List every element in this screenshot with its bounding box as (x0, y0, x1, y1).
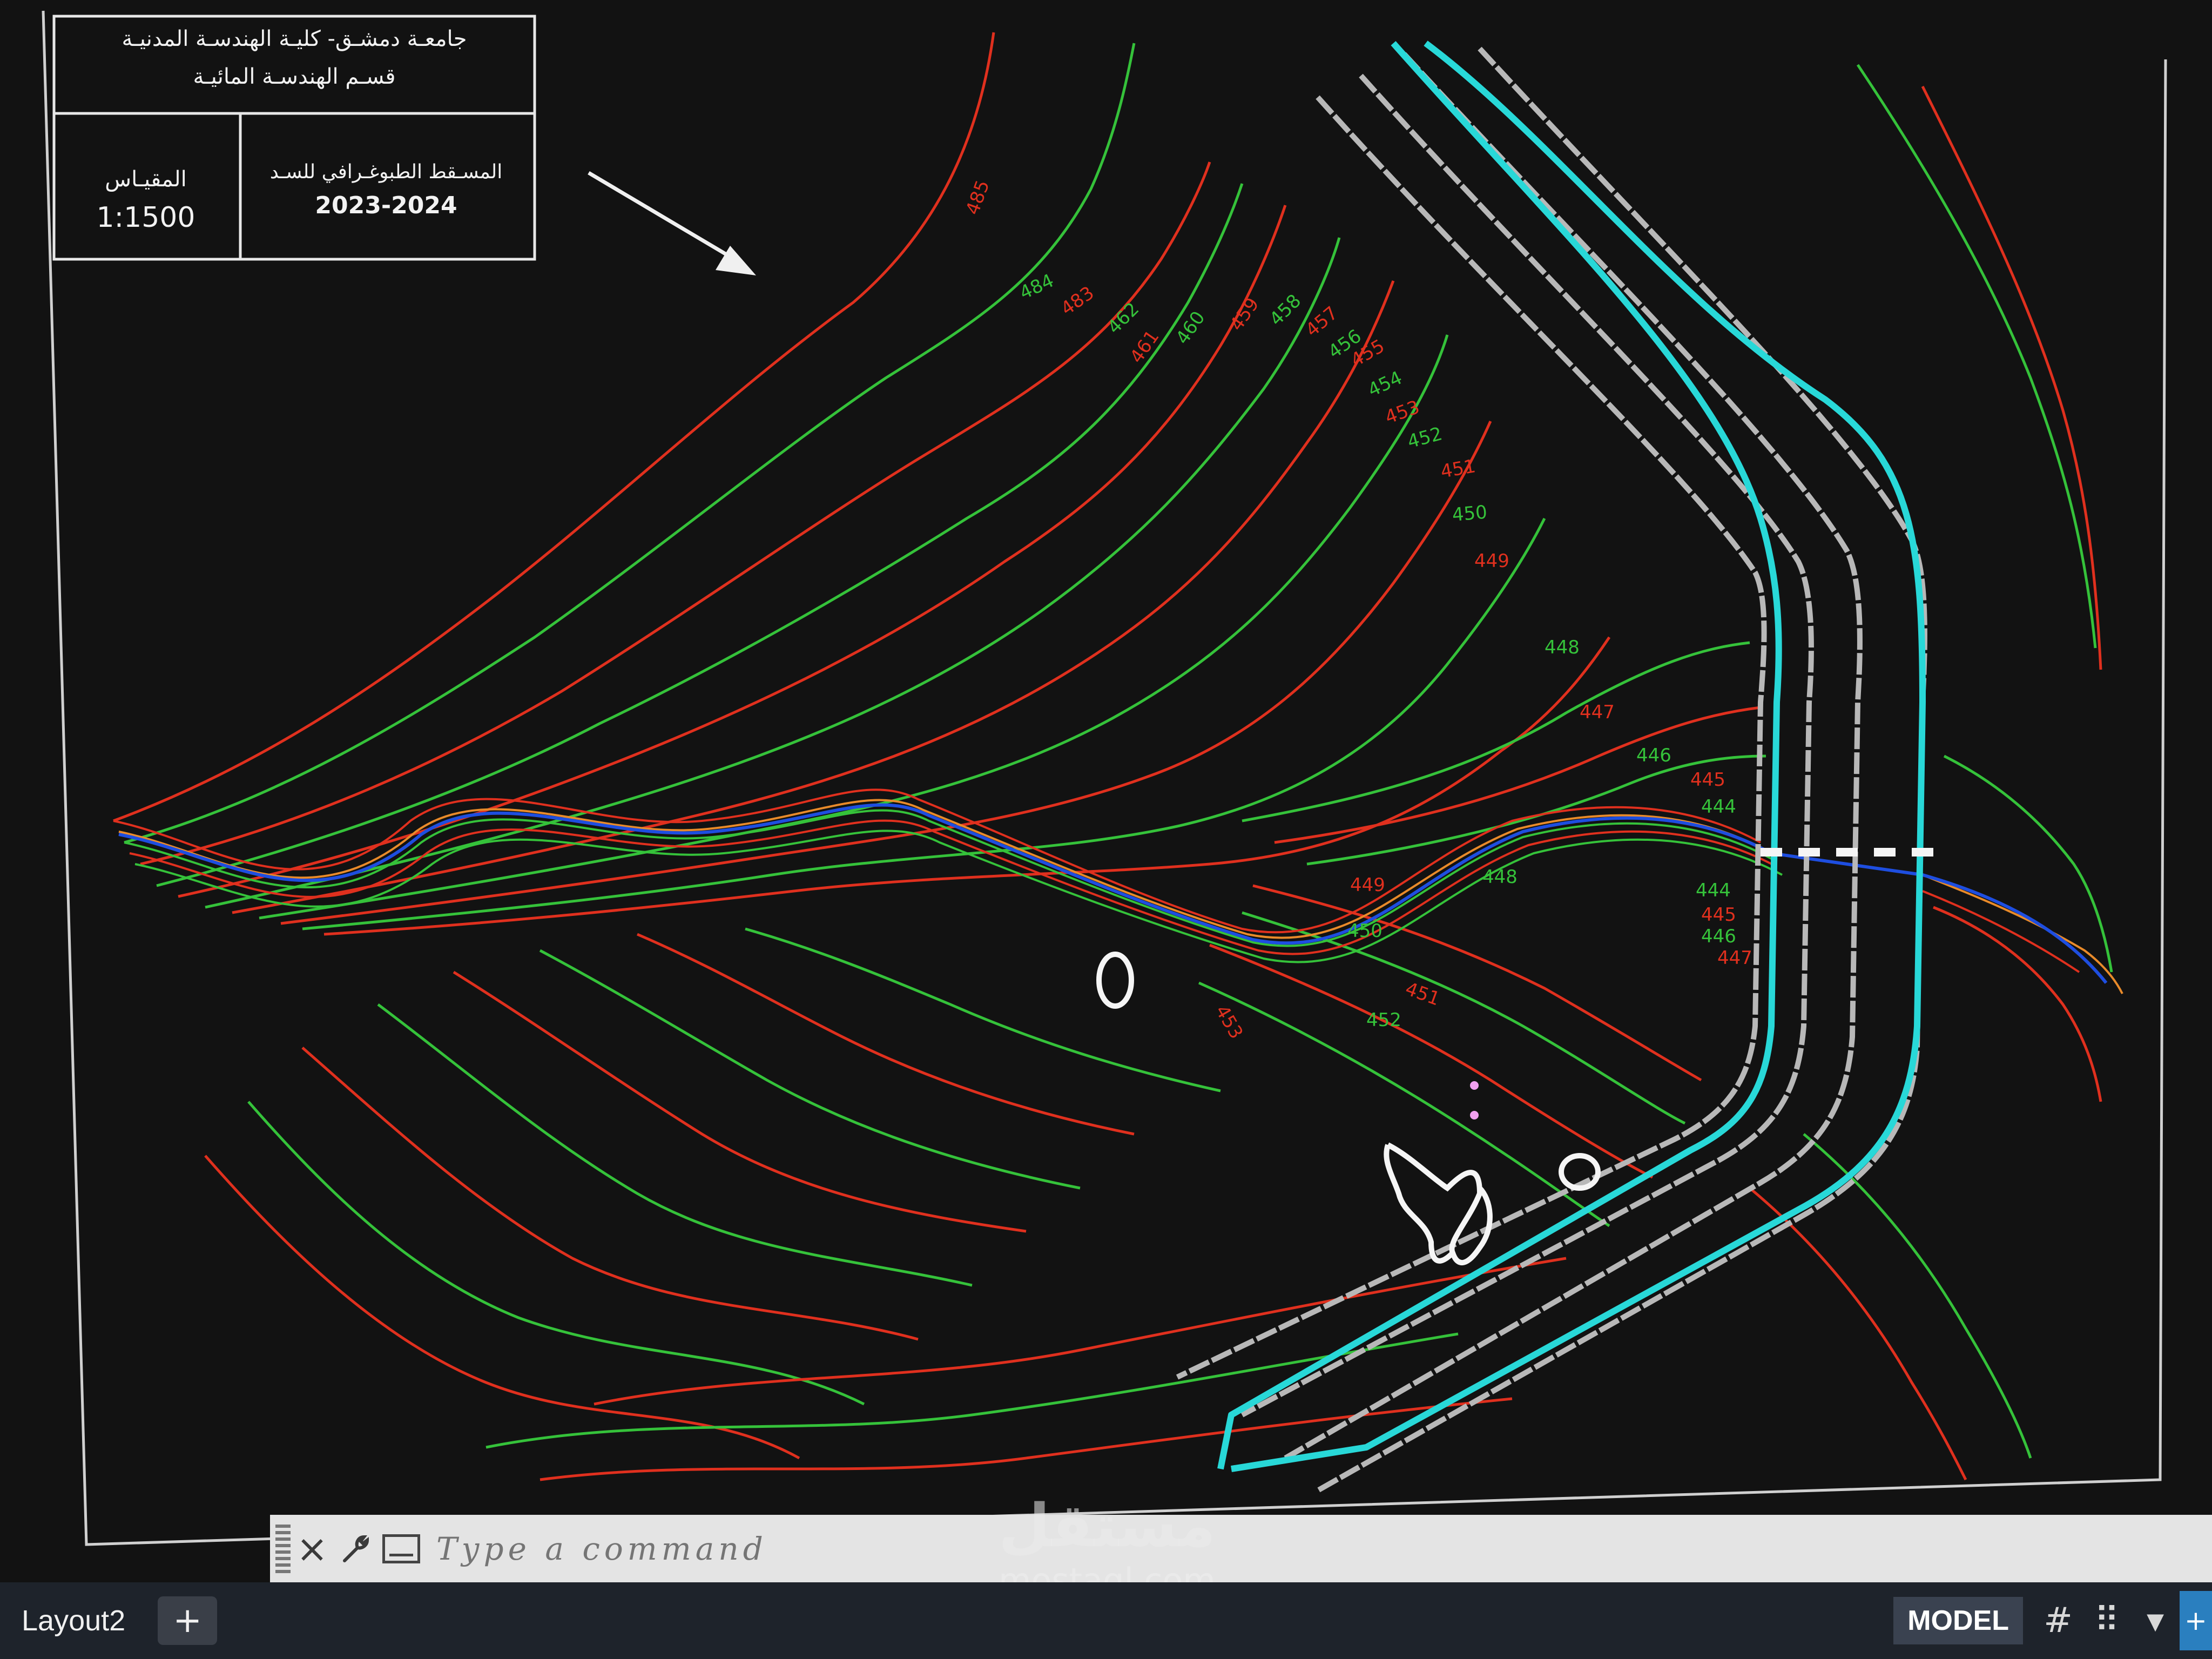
contour-label: 449 (1350, 874, 1385, 896)
command-input[interactable] (426, 1518, 2212, 1579)
scale-label: المقيـاس (105, 167, 186, 192)
contour-label: 452 (1366, 1009, 1401, 1031)
contour-label: 450 (1451, 501, 1488, 526)
status-bar: Layout2 + MODEL # ⠿ ▾ + (0, 1582, 2212, 1659)
contour-label: 445 (1701, 904, 1736, 926)
add-layout-button[interactable]: + (158, 1596, 218, 1645)
grid-icon[interactable]: # (2034, 1601, 2082, 1641)
snap-icon[interactable]: ⠿ (2082, 1601, 2131, 1641)
drawing-canvas[interactable]: جامعـة دمشـق- كليـة الهندسـة المدنيـة قس… (0, 0, 2212, 1659)
command-prompt-icon[interactable] (377, 1519, 426, 1579)
wrench-icon-glyph (343, 1535, 369, 1562)
contour-label: 448 (1482, 866, 1518, 888)
scale-value: 1:1500 (97, 201, 195, 234)
close-icon[interactable]: × (291, 1519, 334, 1579)
model-space-button[interactable]: MODEL (1893, 1597, 2023, 1644)
marker-point (1470, 1081, 1479, 1090)
contour-label: 447 (1580, 702, 1615, 723)
chevron-down-icon[interactable]: ▾ (2131, 1601, 2180, 1641)
title-university: جامعـة دمشـق- كليـة الهندسـة المدنيـة (122, 26, 467, 51)
academic-year: 2023-2024 (315, 192, 457, 219)
model-space-background (0, 0, 2212, 1659)
command-line: × (270, 1515, 2212, 1582)
contour-label: 449 (1474, 550, 1509, 572)
command-line-grip-handle[interactable] (275, 1524, 291, 1573)
contour-label: 444 (1701, 796, 1736, 818)
contour-label: 448 (1545, 637, 1580, 658)
title-department: قسـم الهندسـة المائيـة (193, 64, 395, 89)
contour-label: 450 (1347, 920, 1382, 942)
contour-label: 447 (1717, 947, 1752, 969)
plus-icon[interactable]: + (2180, 1591, 2212, 1650)
tab-layout2[interactable]: Layout2 (0, 1594, 147, 1648)
wrench-icon[interactable] (334, 1519, 377, 1579)
contour-label: 444 (1696, 880, 1731, 901)
status-bar-tools: MODEL # ⠿ ▾ + (1893, 1582, 2212, 1659)
drawing-title: المسـقط الطبوغـرافي للسـد (270, 161, 503, 183)
contour-label: 445 (1690, 769, 1725, 791)
contour-label: 446 (1701, 926, 1736, 947)
marker-point (1470, 1111, 1479, 1120)
contour-label: 446 (1636, 745, 1671, 766)
